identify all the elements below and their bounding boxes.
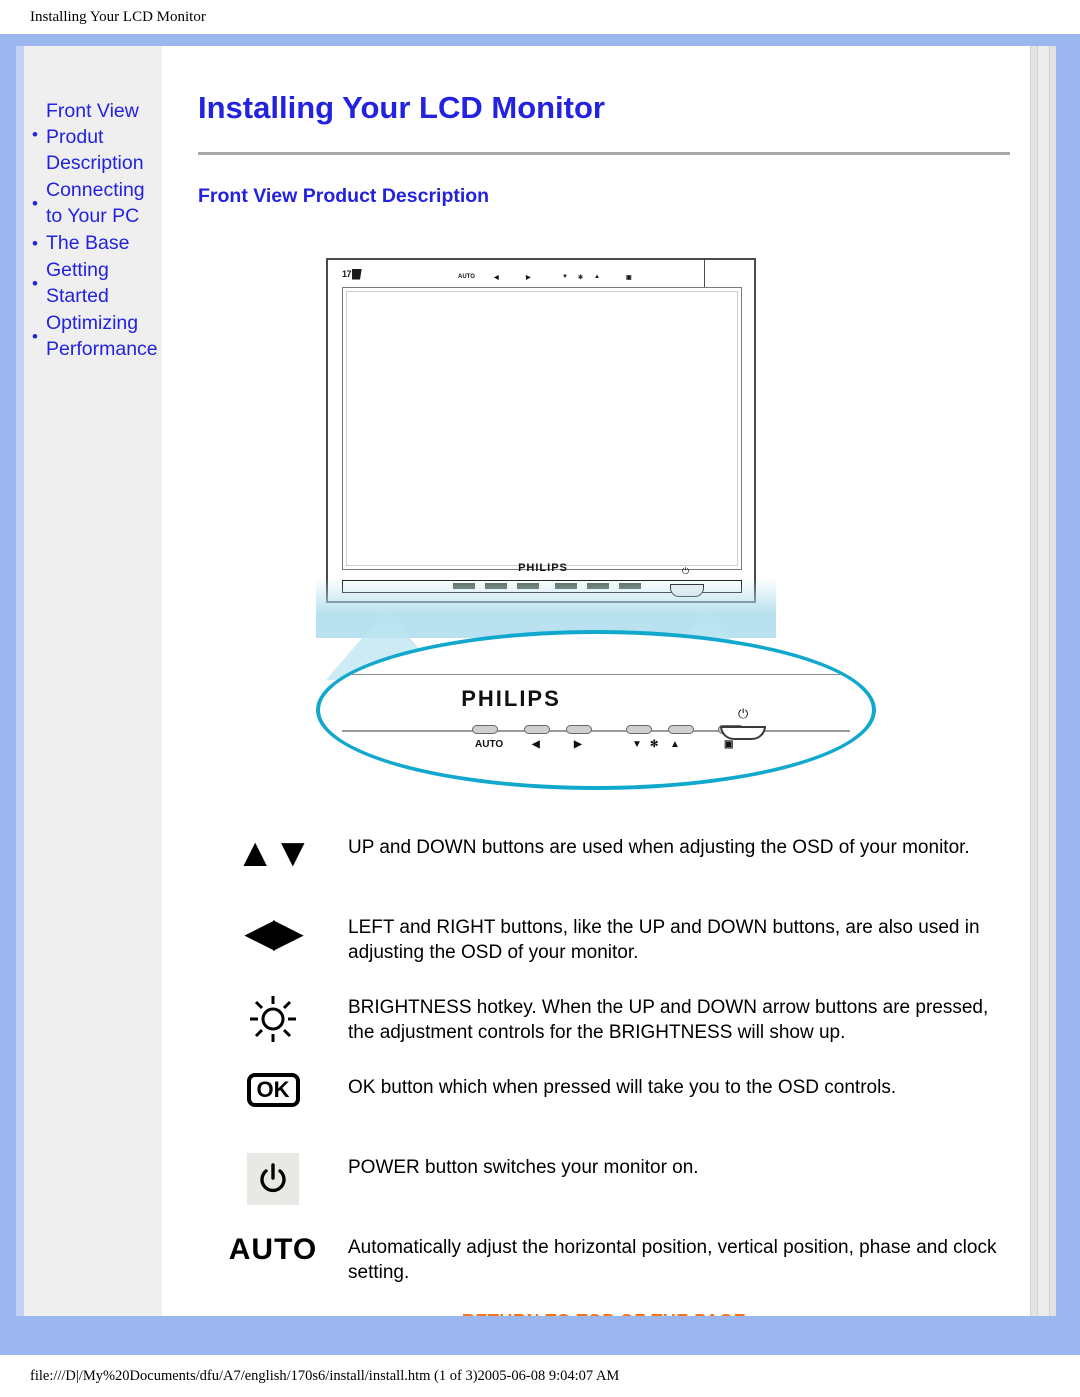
sidebar-item-label: Getting Started: [46, 259, 109, 307]
oval-key-down[interactable]: [626, 725, 652, 734]
monitor-size-badge-text: 17: [342, 269, 352, 279]
button-description: OK button which when pressed will take y…: [348, 1077, 897, 1098]
power-icon: ⏻: [682, 566, 690, 576]
oval-label-auto: AUTO: [475, 739, 504, 750]
button-icon-cell: ◀▶: [198, 911, 348, 971]
button-description: BRIGHTNESS hotkey. When the UP and DOWN …: [348, 997, 989, 1043]
return-to-top-link[interactable]: RETURN TO TOP OF THE PAGE: [198, 1311, 1010, 1316]
button-row-up-down: ▲▼ UP and DOWN buttons are used when adj…: [198, 831, 1010, 891]
oval-key-auto[interactable]: [472, 725, 498, 734]
oval-label-menu: ▣: [724, 739, 734, 750]
monitor-key-label-auto: AUTO: [458, 274, 475, 280]
button-icon-cell: OK: [198, 1071, 348, 1131]
sidebar-item-the-base[interactable]: • The Base: [24, 230, 162, 256]
monitor-bezel-divider: [704, 260, 705, 287]
button-description: UP and DOWN buttons are used when adjust…: [348, 837, 970, 858]
scrollbar-track[interactable]: [1037, 46, 1050, 1316]
brightness-sun-icon: [247, 993, 299, 1045]
oval-key-up[interactable]: [668, 725, 694, 734]
bullet-icon: •: [32, 326, 38, 346]
bullet-icon: •: [32, 125, 38, 144]
monitor-key-label-down: ▼: [562, 274, 568, 280]
monitor-brand-logo: PHILIPS: [518, 562, 568, 574]
button-description: LEFT and RIGHT buttons, like the UP and …: [348, 917, 980, 963]
section-title: Front View Product Description: [198, 185, 490, 207]
ok-button-icon: OK: [246, 1073, 300, 1107]
up-down-arrows-icon: ▲▼: [235, 831, 312, 875]
sidebar-list: Front View • Produt Description • Connec…: [24, 98, 162, 362]
oval-key-left[interactable]: [524, 725, 550, 734]
button-row-power: POWER button switches your monitor on.: [198, 1151, 1010, 1211]
monitor-key-label-right: ▶: [526, 275, 531, 281]
sidebar-item-getting-started[interactable]: • Getting Started: [24, 257, 162, 309]
monitor-screen: [342, 287, 742, 570]
power-icon: ⏻: [738, 706, 749, 721]
oval-key-right[interactable]: [566, 725, 592, 734]
monitor-key-label-up: ▲: [594, 274, 600, 280]
monitor-body: 17 PHILIPS AUTO ◀ ▶ ▼ ✻ ▲ ▣ ⏻: [326, 258, 756, 603]
title-divider: [198, 152, 1010, 155]
monitor-illustration: 17 PHILIPS AUTO ◀ ▶ ▼ ✻ ▲ ▣ ⏻ PHILIPS AU…: [316, 258, 886, 803]
button-icon-cell: AUTO: [198, 1231, 348, 1291]
bullet-icon: •: [32, 233, 38, 253]
left-gutter: [16, 46, 24, 1316]
browser-frame: Front View • Produt Description • Connec…: [0, 34, 1080, 1355]
sidebar-nav: Front View • Produt Description • Connec…: [24, 46, 162, 1316]
oval-label-up: ▲: [670, 739, 680, 750]
monitor-key-label-left: ◀: [494, 275, 499, 281]
vertical-scrollbar[interactable]: [1030, 46, 1056, 1316]
monitor-key-label-brightness: ✻: [578, 275, 584, 281]
oval-label-right: ▶: [574, 739, 582, 750]
monitor-key-label-menu: ▣: [626, 275, 632, 281]
button-row-brightness: BRIGHTNESS hotkey. When the UP and DOWN …: [198, 991, 1010, 1051]
sidebar-item-label: The Base: [46, 232, 130, 254]
button-icon-cell: [198, 991, 348, 1051]
main-content: Installing Your LCD Monitor Front View P…: [162, 46, 1044, 1316]
bullet-icon: •: [32, 193, 38, 213]
monitor-size-badge: 17: [342, 267, 388, 281]
sidebar-item-label: Optimizing Performance: [46, 312, 158, 360]
oval-label-left: ◀: [532, 739, 540, 750]
oval-control-strip: [342, 730, 850, 732]
oval-label-brightness: ✻: [650, 739, 659, 750]
oval-label-down: ▼: [632, 739, 642, 750]
bullet-icon: •: [32, 273, 38, 293]
sidebar-item-connecting-to-your-pc[interactable]: • Connecting to Your PC: [24, 177, 162, 229]
sidebar-item-label-line1: Front View: [46, 100, 139, 122]
oval-power-button[interactable]: [720, 726, 766, 740]
print-footer-path: file:///D|/My%20Documents/dfu/A7/english…: [30, 1367, 620, 1384]
oval-bezel-line: [340, 674, 852, 675]
button-row-auto: AUTO Automatically adjust the horizontal…: [198, 1231, 1010, 1291]
button-description-table: ▲▼ UP and DOWN buttons are used when adj…: [198, 831, 1010, 1291]
button-row-left-right: ◀▶ LEFT and RIGHT buttons, like the UP a…: [198, 911, 1010, 971]
page-body: Front View • Produt Description • Connec…: [24, 46, 1044, 1316]
sidebar-item-label: Connecting to Your PC: [46, 179, 145, 227]
oval-brand-logo: PHILIPS: [461, 686, 561, 711]
print-page-header: Installing Your LCD Monitor: [0, 0, 1080, 34]
button-icon-cell: ▲▼: [198, 831, 348, 891]
zoom-callout-oval: PHILIPS AUTO ◀ ▶ ▼ ✻ ▲ ▣ ⏻: [316, 630, 876, 790]
left-right-arrows-icon: ◀▶: [244, 911, 304, 955]
auto-button-icon: AUTO: [228, 1233, 318, 1266]
page-title: Installing Your LCD Monitor: [198, 90, 605, 125]
sidebar-item-optimizing-performance[interactable]: • Optimizing Performance: [24, 310, 162, 362]
monitor-badge-box: [352, 268, 362, 280]
print-page-footer: file:///D|/My%20Documents/dfu/A7/english…: [0, 1355, 1080, 1397]
power-button-icon: [247, 1153, 299, 1205]
button-row-ok: OK OK button which when pressed will tak…: [198, 1071, 1010, 1131]
button-description: Automatically adjust the horizontal posi…: [348, 1237, 997, 1283]
sidebar-item-label-rest: Produt Description: [46, 126, 144, 174]
sidebar-item-front-view-product-description[interactable]: Front View • Produt Description: [24, 98, 162, 176]
button-icon-cell: [198, 1151, 348, 1211]
button-description: POWER button switches your monitor on.: [348, 1157, 699, 1178]
print-header-text: Installing Your LCD Monitor: [30, 8, 206, 25]
